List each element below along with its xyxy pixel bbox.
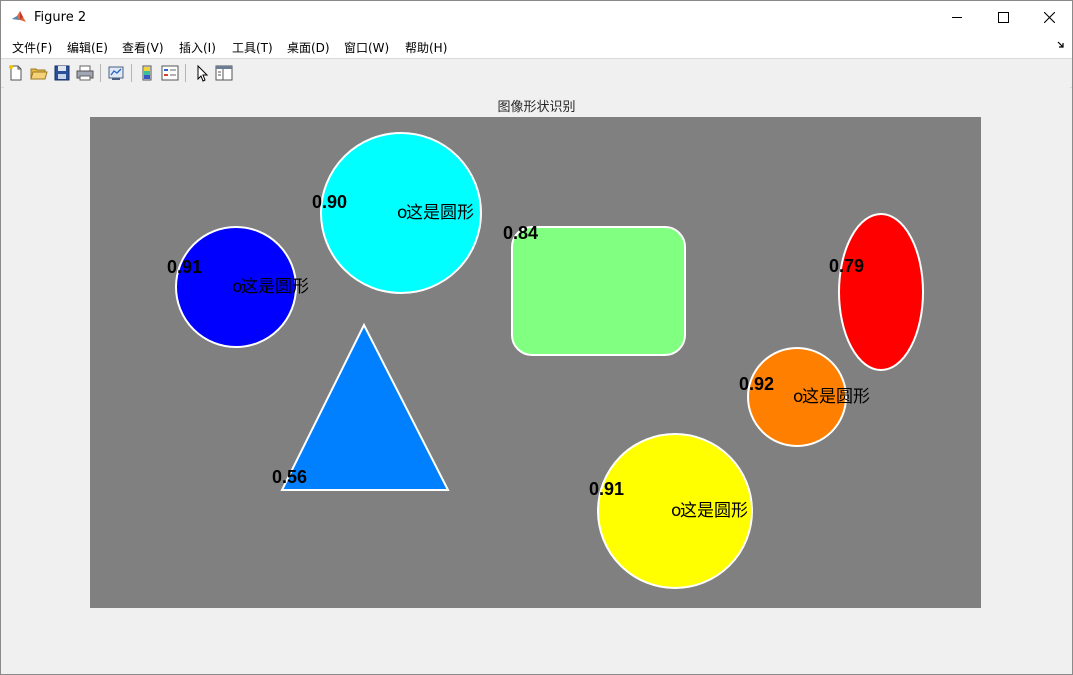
menu-view[interactable]: 查看(V)	[122, 39, 164, 56]
maximize-button[interactable]	[980, 1, 1026, 34]
close-icon	[1044, 12, 1055, 23]
shape-label: 这是圆形	[241, 277, 309, 297]
maximize-icon	[998, 12, 1009, 23]
green-rectangle-shape	[511, 226, 686, 356]
menu-window[interactable]: 窗口(W)	[344, 39, 389, 56]
close-button[interactable]	[1026, 1, 1072, 34]
image-background	[90, 117, 981, 608]
edit-plot-icon[interactable]	[193, 64, 211, 82]
score-label: 0.90	[312, 192, 347, 212]
save-icon[interactable]	[53, 64, 71, 82]
shape-label: 这是圆形	[802, 387, 870, 407]
menu-file[interactable]: 文件(F)	[12, 39, 52, 56]
property-inspector-icon[interactable]	[215, 64, 233, 82]
insert-legend-icon[interactable]	[161, 64, 179, 82]
insert-colorbar-icon[interactable]	[138, 64, 156, 82]
minimize-icon	[952, 17, 962, 18]
menu-edit[interactable]: 编辑(E)	[67, 39, 108, 56]
menu-bar: 文件(F) 编辑(E) 查看(V) 插入(I) 工具(T) 桌面(D) 窗口(W…	[1, 34, 1072, 58]
toolbar-separator	[185, 64, 186, 82]
figure-toolbar	[1, 58, 1072, 88]
score-label: 0.91	[589, 479, 624, 499]
link-plot-icon[interactable]	[107, 64, 125, 82]
score-label: 0.56	[272, 467, 307, 487]
toolbar-separator	[100, 64, 101, 82]
axes-title: 图像形状识别	[497, 100, 576, 115]
shape-recognition-image: 0.90 o 这是圆形 0.91 o 这是圆形 0.84 0.79 0.56 0…	[90, 117, 981, 608]
dock-arrow-icon[interactable]	[1057, 41, 1065, 49]
window-title: Figure 2	[34, 10, 87, 25]
score-label: 0.84	[503, 223, 538, 243]
menu-desktop[interactable]: 桌面(D)	[287, 39, 330, 56]
menu-help[interactable]: 帮助(H)	[405, 39, 447, 56]
print-icon[interactable]	[76, 64, 94, 82]
menu-insert[interactable]: 插入(I)	[179, 39, 216, 56]
score-label: 0.91	[167, 257, 202, 277]
title-bar[interactable]: Figure 2	[1, 1, 1072, 34]
shape-label: 这是圆形	[680, 501, 748, 521]
score-label: 0.79	[829, 256, 864, 276]
matlab-icon	[12, 11, 26, 22]
score-label: 0.92	[739, 374, 774, 394]
shape-label: 这是圆形	[406, 203, 474, 223]
toolbar-separator	[131, 64, 132, 82]
new-figure-icon[interactable]	[7, 64, 25, 82]
red-ellipse-shape	[838, 213, 924, 371]
image-axes[interactable]: 0.90 o 这是圆形 0.91 o 这是圆形 0.84 0.79 0.56 0…	[90, 117, 981, 608]
minimize-button[interactable]	[934, 1, 980, 34]
open-file-icon[interactable]	[30, 64, 48, 82]
menu-tools[interactable]: 工具(T)	[232, 39, 273, 56]
